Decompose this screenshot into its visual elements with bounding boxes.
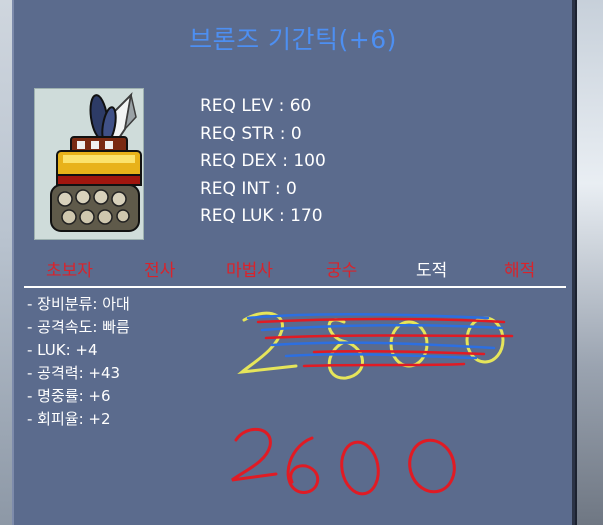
crossed-out-price-scribble: [237, 311, 514, 380]
background-right-strip: [577, 0, 603, 525]
background-left-strip: [0, 0, 12, 525]
item-tooltip-panel: 브론즈 기간틱(+6) REQ LEV: 60 REQ STR: 0 REQ…: [12, 0, 575, 525]
new-price-handwriting: [231, 427, 456, 496]
price-annotation-scribbles: [231, 311, 514, 496]
